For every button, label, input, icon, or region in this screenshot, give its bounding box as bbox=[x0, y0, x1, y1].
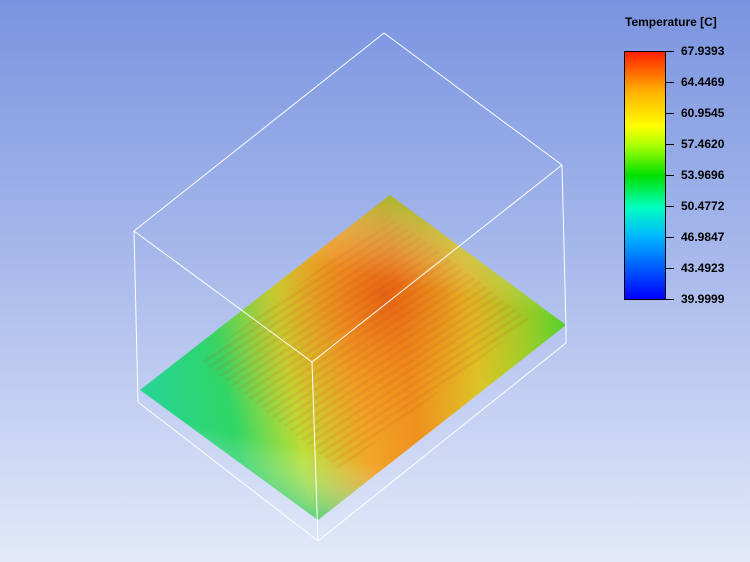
legend-label: 53.9696 bbox=[681, 168, 725, 182]
legend-label: 43.4923 bbox=[681, 261, 725, 275]
legend-label: 46.9847 bbox=[681, 230, 725, 244]
legend-tick bbox=[666, 175, 674, 176]
legend-label-min: 39.9999 bbox=[681, 292, 725, 306]
legend-tick bbox=[666, 82, 674, 83]
legend-tick bbox=[666, 299, 674, 300]
legend-tick bbox=[666, 206, 674, 207]
legend-label: 60.9545 bbox=[681, 106, 725, 120]
temperature-edge-shading bbox=[140, 195, 566, 520]
color-legend-bar bbox=[624, 51, 666, 300]
legend-label: 57.4620 bbox=[681, 137, 725, 151]
legend-tick bbox=[666, 144, 674, 145]
legend-label: 50.4772 bbox=[681, 199, 725, 213]
legend-title: Temperature [C] bbox=[625, 15, 717, 29]
legend-tick bbox=[666, 51, 674, 52]
legend-tick bbox=[666, 237, 674, 238]
legend-label: 64.4469 bbox=[681, 75, 725, 89]
legend-tick bbox=[666, 113, 674, 114]
legend-tick bbox=[666, 268, 674, 269]
legend-label-max: 67.9393 bbox=[681, 44, 725, 58]
